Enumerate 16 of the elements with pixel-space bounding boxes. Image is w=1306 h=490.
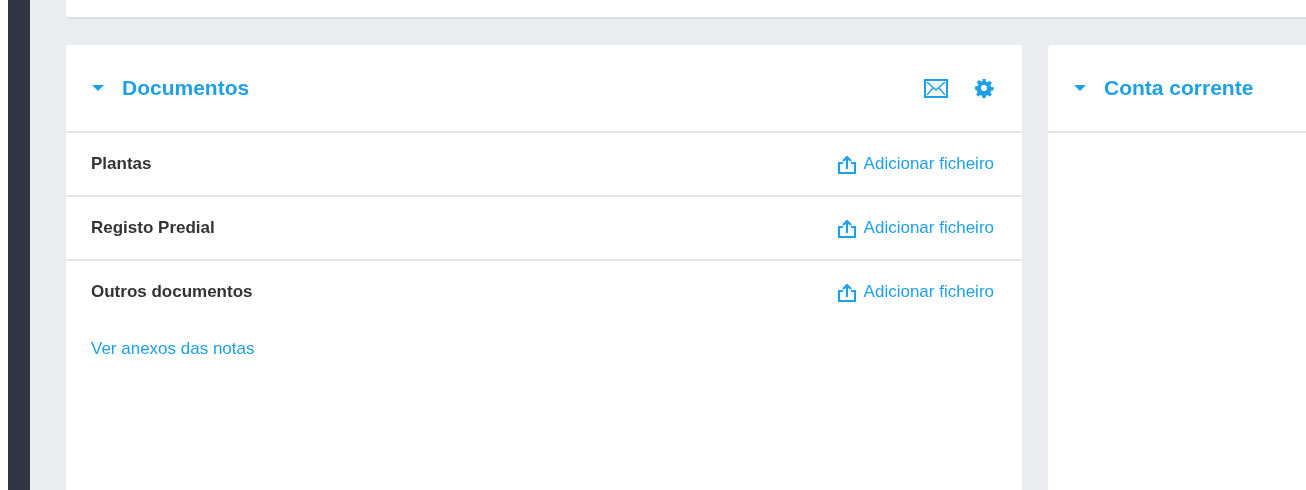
panel-title[interactable]: Documentos [122,76,250,100]
document-label: Plantas [91,154,152,174]
panel-title[interactable]: Conta corrente [1104,76,1254,100]
add-file-link[interactable]: Adicionar ficheiro [836,154,994,174]
settings-icon[interactable] [974,78,994,98]
upload-icon[interactable] [836,218,857,238]
add-file-link[interactable]: Adicionar ficheiro [836,282,994,302]
document-label: Outros documentos [91,282,253,302]
document-label: Registo Predial [91,218,215,238]
upload-icon[interactable] [836,282,857,302]
notes-link[interactable]: Ver anexos das notas [66,323,280,375]
caret-icon[interactable] [91,84,105,92]
add-file-link[interactable]: Adicionar ficheiro [836,218,994,238]
caret-icon[interactable] [1073,84,1087,92]
mail-icon[interactable] [924,78,948,98]
upload-icon[interactable] [836,154,857,174]
